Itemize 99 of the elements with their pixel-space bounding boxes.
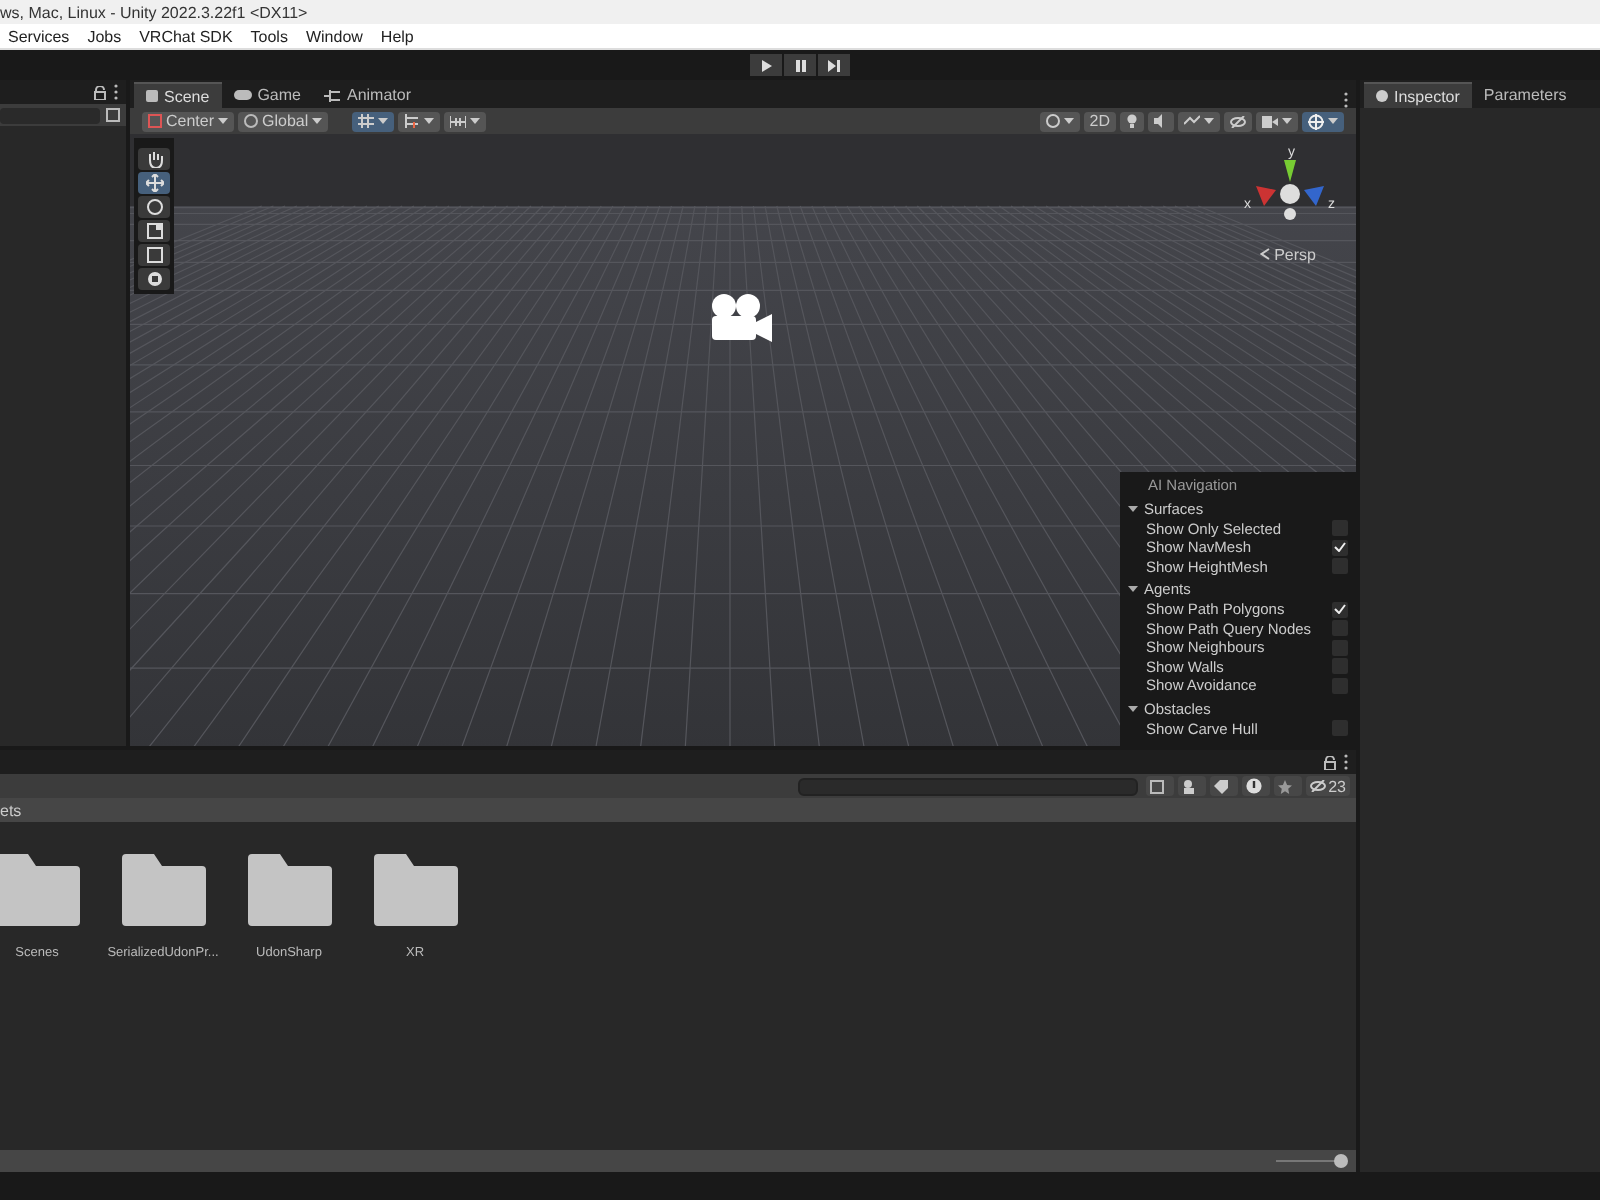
play-icon [761,59,771,71]
chevron-icon [1260,248,1271,260]
menu-item[interactable]: VRChat SDK [139,27,233,45]
caret-icon [312,118,323,124]
menu-item[interactable]: Jobs [87,27,122,45]
caret-icon [1328,118,1338,124]
lock-icon [94,85,106,99]
gamepad-icon [233,90,252,100]
rotate-icon [145,198,163,216]
star-icon [1278,779,1293,793]
lock-icon [1324,755,1336,769]
search-field[interactable] [0,107,100,123]
info-icon [1376,90,1388,102]
log-filter-button[interactable] [1242,776,1271,796]
search-field[interactable] [798,777,1139,795]
lighting-button[interactable] [1120,111,1144,131]
menu-item[interactable]: Window [305,27,363,45]
bulb-icon [1126,114,1138,128]
scene-icon [146,90,158,102]
gizmos-dropdown[interactable] [1302,111,1344,131]
caret-icon [1282,118,1292,124]
tool-button[interactable] [138,244,170,266]
move-icon [145,174,163,192]
caret-icon [218,118,229,124]
tool-button[interactable] [138,148,170,170]
increment-button[interactable] [444,111,487,131]
pause-icon [795,59,805,71]
tab[interactable]: Animator [312,82,423,108]
shapes-icon [1182,779,1197,793]
folder-icon [373,854,457,926]
filter-icon [1150,779,1165,793]
tab[interactable]: Scene [134,82,222,108]
transform-icon [145,270,163,288]
folder-icon [121,854,205,926]
tool-button[interactable] [138,172,170,194]
checkbox[interactable] [1332,539,1348,556]
menu-item[interactable]: Tools [250,27,288,45]
caret-icon [1063,118,1074,124]
hidden-eye-icon [1230,115,1246,127]
menu-item[interactable]: Help [380,27,414,45]
breadcrumb[interactable]: ets [0,801,22,819]
video-camera-icon [1262,115,1278,127]
visibility-button[interactable] [1224,111,1252,131]
scale-icon [145,222,163,240]
caret-icon [1204,118,1214,124]
filter-icon [106,108,120,122]
label-filter-button[interactable] [1210,776,1239,796]
pivot-dropdown[interactable]: Center [142,111,235,131]
pause-button[interactable] [784,54,816,76]
rect-tool-icon [145,246,163,264]
shading-dropdown[interactable] [1039,111,1080,131]
mode-2d-button[interactable]: 2D [1083,111,1116,131]
step-icon [828,59,840,71]
ruler-icon [450,114,467,128]
tag-icon [1214,779,1229,793]
slider-thumb[interactable] [1333,1154,1347,1168]
window-title: ws, Mac, Linux - Unity 2022.3.22f1 <DX11> [0,0,1600,24]
gizmo-icon [1308,113,1324,129]
search-type-button[interactable] [1146,776,1175,796]
caret-icon [1128,584,1138,594]
globe-icon [244,114,259,128]
tab[interactable]: Inspector [1364,82,1472,108]
caret-icon [1128,703,1138,713]
play-button[interactable] [750,54,782,76]
checkmark-icon [1334,542,1346,553]
favorites-button[interactable] [1274,776,1303,796]
checkmark-icon [1334,604,1346,615]
snap-button[interactable] [398,111,441,131]
hidden-eye-icon [1310,780,1327,792]
space-dropdown[interactable]: Global [238,111,329,131]
tool-button[interactable] [138,268,170,290]
sphere-icon [1045,114,1060,128]
animator-icon [324,89,341,101]
folder-icon [247,854,331,926]
pivot-icon [148,114,162,128]
audio-button[interactable] [1148,111,1174,131]
speaker-icon [1154,114,1168,128]
effects-dropdown[interactable] [1178,111,1220,131]
snap-icon [404,114,421,128]
type-filter-button[interactable] [1178,776,1207,796]
effects-icon [1184,114,1200,128]
grid-snap-button[interactable] [352,111,395,131]
caret-icon [470,118,481,124]
step-button[interactable] [818,54,850,76]
camera-dropdown[interactable] [1256,111,1298,131]
hand-icon [145,150,163,168]
tool-button[interactable] [138,220,170,242]
caret-icon [424,118,435,124]
folder-icon [0,854,79,926]
caret-icon [1128,503,1138,513]
caret-icon [378,118,389,124]
checkbox[interactable] [1332,601,1348,618]
menu-item[interactable]: Services [8,27,70,45]
view-label[interactable]: Persp [1260,246,1316,264]
tab[interactable]: Game [221,82,313,108]
hidden-packages-button[interactable]: 23 [1306,776,1350,796]
tool-button[interactable] [138,196,170,218]
grid-icon [358,114,375,128]
tab[interactable]: Parameters [1471,82,1579,108]
